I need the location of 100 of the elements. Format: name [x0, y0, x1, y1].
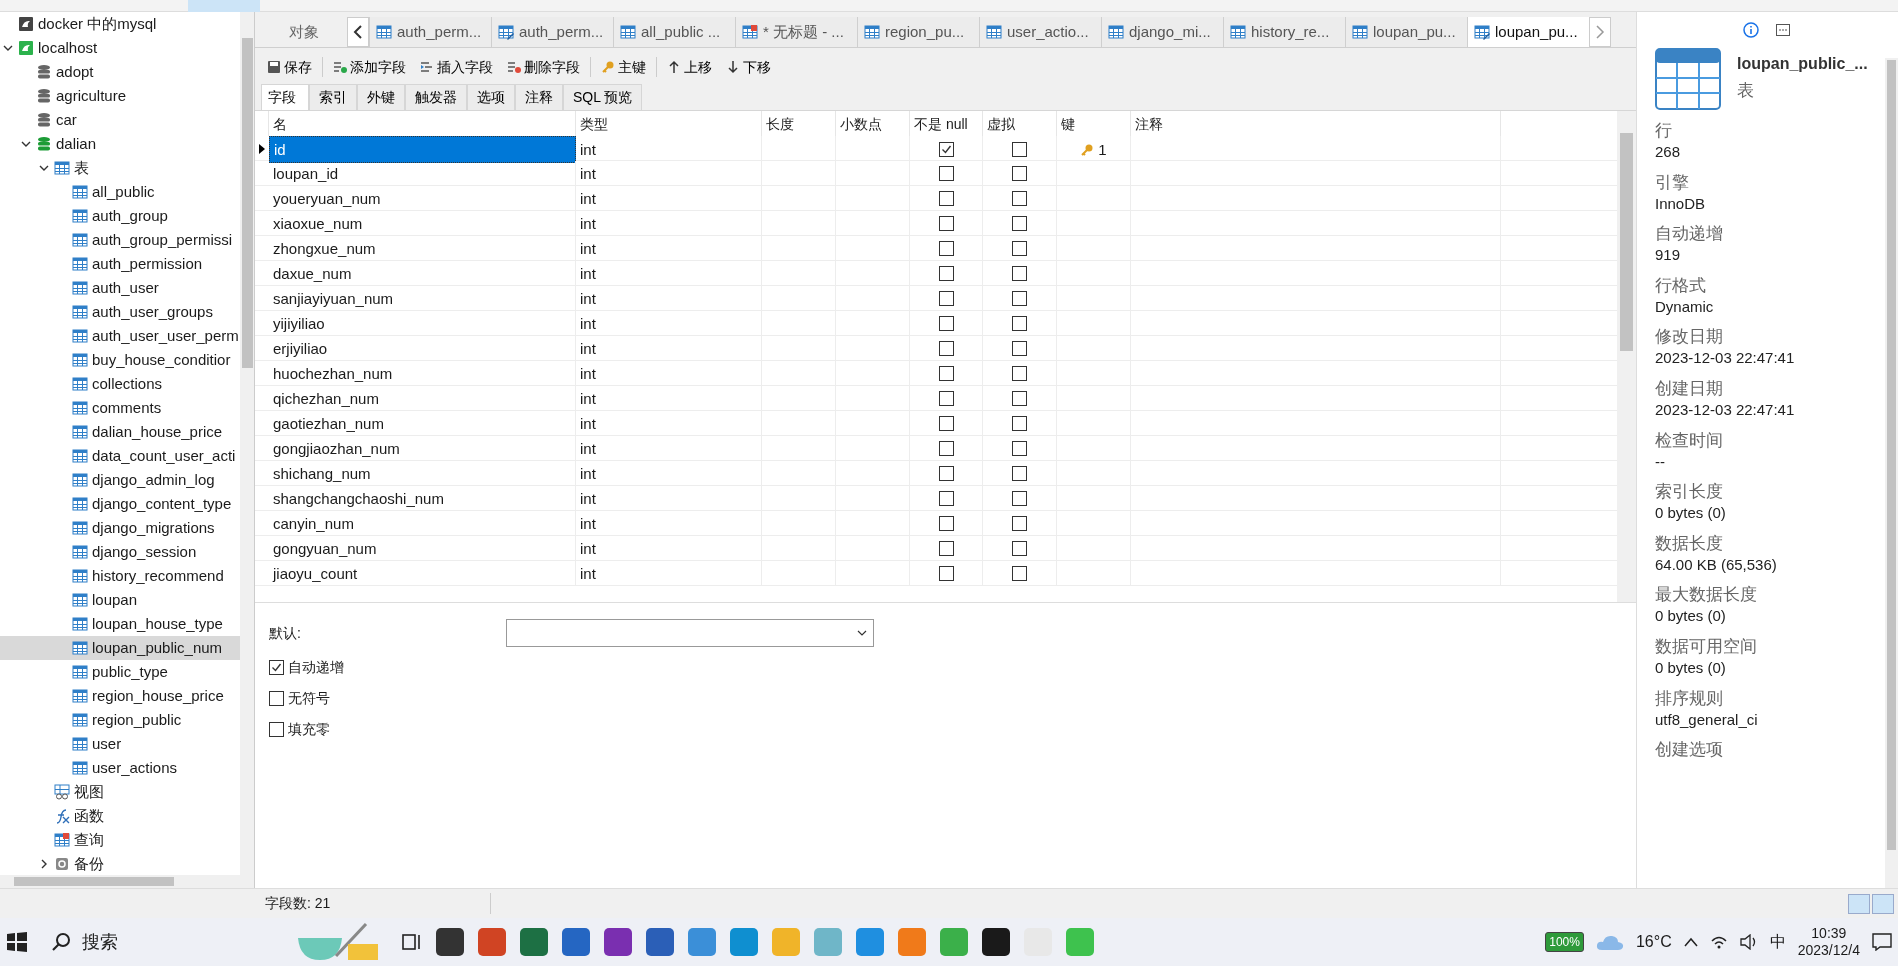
checkbox[interactable] — [1012, 165, 1027, 181]
table-cell[interactable]: yijiyiliao — [269, 311, 576, 336]
tab[interactable]: 注释 — [515, 84, 563, 110]
checkbox[interactable] — [938, 465, 954, 481]
editor-tab[interactable]: auth_perm... — [369, 17, 491, 47]
checkbox[interactable] — [1012, 240, 1027, 256]
checkbox[interactable] — [1012, 340, 1027, 356]
app-icon[interactable] — [604, 928, 632, 956]
checkbox[interactable] — [1012, 565, 1027, 581]
table-cell[interactable]: zhongxue_num — [269, 236, 576, 261]
checkbox[interactable] — [938, 141, 954, 157]
tree-item[interactable]: django_content_type — [0, 492, 240, 516]
checkbox[interactable] — [1012, 215, 1027, 231]
table-cell[interactable]: daxue_num — [269, 261, 576, 286]
editor-tab[interactable]: django_mi... — [1101, 17, 1223, 47]
column-header[interactable]: 小数点 — [836, 111, 910, 136]
table-cell[interactable]: canyin_num — [269, 511, 576, 536]
checkbox[interactable] — [938, 240, 954, 256]
app-icon[interactable] — [982, 928, 1010, 956]
tree-item[interactable]: comments — [0, 396, 240, 420]
checkbox[interactable] — [1012, 190, 1027, 206]
scrollbar[interactable] — [1885, 58, 1898, 888]
checkbox[interactable] — [1012, 465, 1027, 481]
column-header[interactable]: 注释 — [1131, 111, 1501, 136]
table-cell[interactable]: id — [269, 136, 576, 163]
editor-tab[interactable]: region_pu... — [857, 17, 979, 47]
checkbox[interactable] — [1012, 440, 1027, 456]
editor-tab[interactable]: history_re... — [1223, 17, 1345, 47]
tree-item[interactable]: all_public — [0, 180, 240, 204]
tree-item[interactable]: loupan_public_num — [0, 636, 240, 660]
toolbar-button[interactable]: 保存 — [263, 54, 316, 80]
table-cell[interactable]: xiaoxue_num — [269, 211, 576, 236]
checkbox[interactable] — [938, 490, 954, 506]
table-cell[interactable]: qichezhan_num — [269, 386, 576, 411]
checkbox[interactable] — [938, 540, 954, 556]
tree-item[interactable]: region_public — [0, 708, 240, 732]
tree-item[interactable]: adopt — [0, 60, 240, 84]
checkbox[interactable] — [1012, 265, 1027, 281]
editor-tab[interactable]: * 无标题 - ... — [735, 17, 857, 47]
table-cell[interactable]: gongyuan_num — [269, 536, 576, 561]
checkbox[interactable] — [938, 415, 954, 431]
table-cell[interactable]: sanjiayiyuan_num — [269, 286, 576, 311]
checkbox[interactable] — [938, 440, 954, 456]
toolbar-button[interactable]: 添加字段 — [329, 54, 410, 80]
checkbox[interactable] — [269, 722, 284, 737]
tab[interactable]: 外键 — [357, 84, 405, 110]
scrollbar[interactable] — [0, 875, 254, 888]
tree-item[interactable]: auth_group_permissi — [0, 228, 240, 252]
tree-item[interactable]: docker 中的mysql — [0, 12, 240, 36]
tree-item[interactable]: data_count_user_acti — [0, 444, 240, 468]
editor-tab[interactable]: all_public ... — [613, 17, 735, 47]
checkbox[interactable] — [1012, 290, 1027, 306]
editor-tab[interactable]: loupan_pu... — [1467, 17, 1589, 47]
tree-item[interactable]: public_type — [0, 660, 240, 684]
default-dropdown[interactable] — [506, 619, 874, 647]
tree-item[interactable]: auth_group — [0, 204, 240, 228]
tab[interactable]: 索引 — [309, 84, 357, 110]
tree-item[interactable]: django_admin_log — [0, 468, 240, 492]
view-toggle-button[interactable] — [1848, 893, 1870, 914]
toolbar-button[interactable]: 删除字段 — [503, 54, 584, 80]
table-cell[interactable]: youeryuan_num — [269, 186, 576, 211]
table-cell[interactable]: huochezhan_num — [269, 361, 576, 386]
toolbar-button[interactable]: 下移 — [722, 54, 775, 80]
column-header[interactable]: 长度 — [762, 111, 836, 136]
checkbox[interactable] — [938, 390, 954, 406]
tree-item[interactable]: dalian — [0, 132, 240, 156]
scrollbar[interactable] — [1617, 111, 1636, 602]
app-icon[interactable] — [436, 928, 464, 956]
checkbox[interactable] — [938, 190, 954, 206]
tree-item[interactable]: 备份 — [0, 852, 240, 875]
column-header[interactable]: 类型 — [576, 111, 762, 136]
tree-item[interactable]: auth_permission — [0, 252, 240, 276]
editor-tab[interactable]: loupan_pu... — [1345, 17, 1467, 47]
search-field[interactable]: 搜索 — [80, 927, 240, 957]
table-cell[interactable]: shangchangchaoshi_num — [269, 486, 576, 511]
checkbox[interactable] — [938, 340, 954, 356]
checkbox[interactable] — [1012, 540, 1027, 556]
checkbox[interactable] — [1012, 315, 1027, 331]
tree-item[interactable]: loupan — [0, 588, 240, 612]
table-cell[interactable]: gaotiezhan_num — [269, 411, 576, 436]
scroll-left-button[interactable] — [347, 17, 369, 47]
tree-item[interactable]: 查询 — [0, 828, 240, 852]
object-tab[interactable]: 对象 — [261, 17, 347, 47]
tree-item[interactable]: loupan_house_type — [0, 612, 240, 636]
checkbox[interactable] — [938, 515, 954, 531]
checkbox[interactable] — [938, 265, 954, 281]
checkbox[interactable] — [1012, 515, 1027, 531]
checkbox[interactable] — [938, 215, 954, 231]
tab[interactable]: 触发器 — [405, 84, 467, 110]
column-header[interactable]: 键 — [1057, 111, 1131, 136]
tree-item[interactable]: auth_user — [0, 276, 240, 300]
checkbox[interactable] — [1012, 415, 1027, 431]
tab[interactable]: SQL 预览 — [563, 84, 643, 110]
tree-item[interactable]: collections — [0, 372, 240, 396]
checkbox[interactable] — [938, 315, 954, 331]
tree-item[interactable]: region_house_price — [0, 684, 240, 708]
editor-tab[interactable]: auth_perm... — [491, 17, 613, 47]
toolbar-button[interactable]: 上移 — [663, 54, 716, 80]
tree-item[interactable]: car — [0, 108, 240, 132]
checkbox[interactable] — [1012, 490, 1027, 506]
